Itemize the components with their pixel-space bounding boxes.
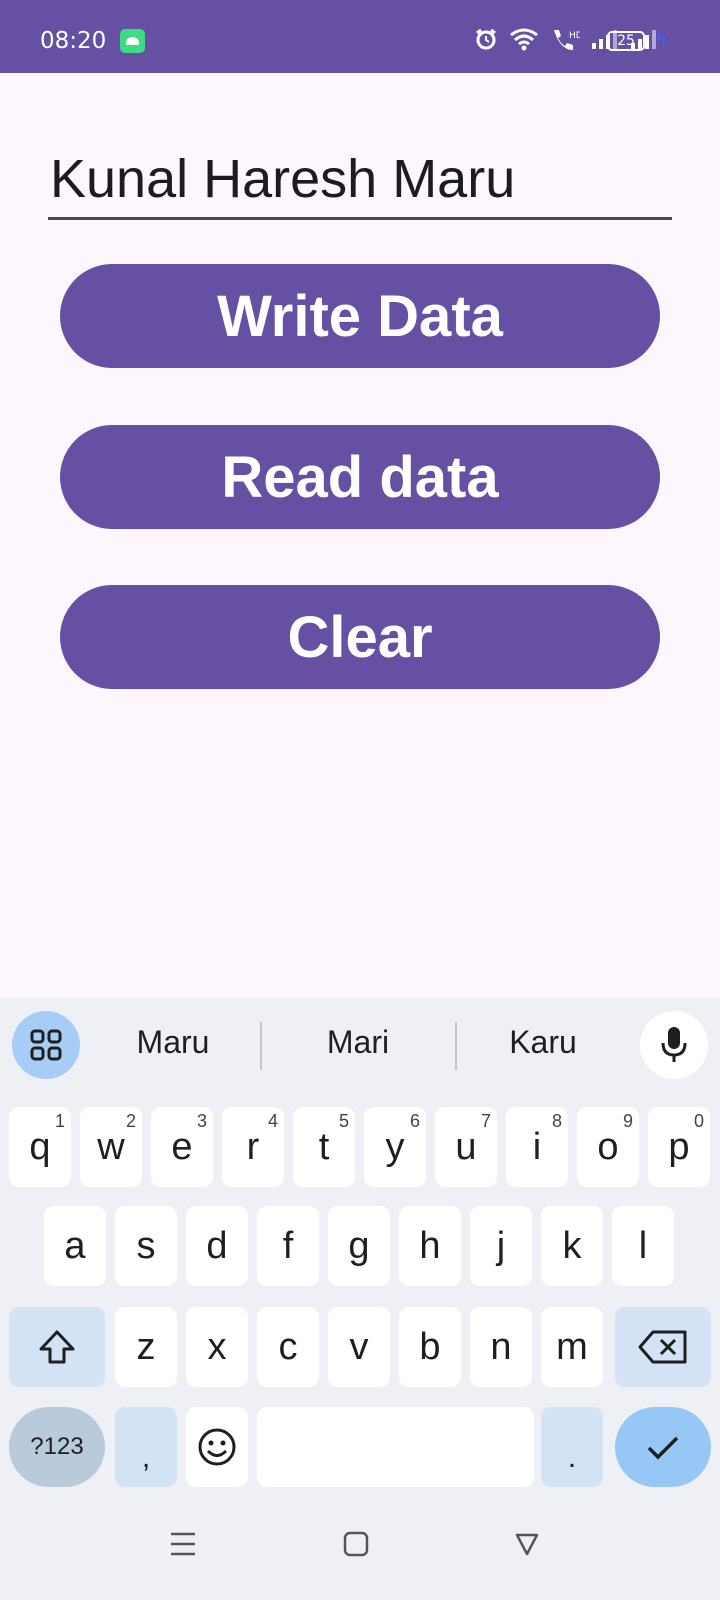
- key-hint: 6: [409, 1111, 420, 1131]
- key-i[interactable]: i8: [506, 1107, 568, 1187]
- key-hint: 0: [693, 1111, 704, 1131]
- key-d[interactable]: d: [186, 1206, 248, 1286]
- suggestion-3[interactable]: Karu: [463, 1024, 623, 1061]
- key-m[interactable]: m: [541, 1307, 603, 1387]
- key-z[interactable]: z: [115, 1307, 177, 1387]
- key-e[interactable]: e3: [151, 1107, 213, 1187]
- key-a[interactable]: a: [44, 1206, 106, 1286]
- shift-key[interactable]: [9, 1307, 105, 1387]
- triangle-back-icon: [515, 1533, 539, 1556]
- symbols-key[interactable]: ?123: [9, 1407, 105, 1487]
- charging-icon: ϟ: [656, 30, 667, 51]
- divider: [260, 1022, 262, 1070]
- suggestion-1[interactable]: Maru: [93, 1024, 253, 1061]
- square-icon: [343, 1531, 369, 1557]
- key-hint: 9: [622, 1111, 633, 1131]
- period-key[interactable]: .: [541, 1407, 603, 1487]
- key-p[interactable]: p0: [648, 1107, 710, 1187]
- key-label: q: [29, 1125, 51, 1168]
- battery-icon: 25: [607, 31, 649, 51]
- voice-input-button[interactable]: [640, 1011, 708, 1079]
- key-l[interactable]: l: [612, 1206, 674, 1286]
- emoji-icon: [198, 1428, 236, 1466]
- comma-key[interactable]: ,: [115, 1407, 177, 1487]
- key-label: p: [668, 1125, 690, 1168]
- status-bar: 08:20 HD 25 ϟ: [0, 0, 720, 73]
- android-icon: [120, 29, 145, 53]
- backspace-icon: [638, 1330, 687, 1364]
- key-label: e: [171, 1125, 193, 1168]
- status-time: 08:20: [40, 28, 107, 54]
- key-v[interactable]: v: [328, 1307, 390, 1387]
- key-j[interactable]: j: [470, 1206, 532, 1286]
- wifi-icon: [510, 28, 538, 51]
- key-t[interactable]: t5: [293, 1107, 355, 1187]
- key-label: i: [532, 1125, 542, 1168]
- name-input[interactable]: [48, 140, 672, 220]
- shift-icon: [39, 1330, 75, 1364]
- key-hint: 5: [338, 1111, 349, 1131]
- key-hint: 2: [125, 1111, 136, 1131]
- recents-button[interactable]: [163, 1524, 203, 1564]
- navigation-bar: [0, 1492, 720, 1600]
- key-hint: 1: [54, 1111, 65, 1131]
- space-bar[interactable]: [257, 1407, 534, 1487]
- key-label: y: [385, 1125, 405, 1168]
- read-data-button[interactable]: Read data: [60, 425, 660, 529]
- key-f[interactable]: f: [257, 1206, 319, 1286]
- volte-call-icon: HD: [554, 30, 580, 50]
- key-h[interactable]: h: [399, 1206, 461, 1286]
- divider: [455, 1022, 457, 1070]
- key-label: o: [597, 1125, 619, 1168]
- key-label: r: [246, 1125, 260, 1168]
- grid-icon: [30, 1029, 62, 1061]
- key-hint: 3: [196, 1111, 207, 1131]
- clear-button[interactable]: Clear: [60, 585, 660, 689]
- keyboard-menu-button[interactable]: [12, 1011, 80, 1079]
- check-icon: [647, 1436, 679, 1460]
- key-hint: 7: [480, 1111, 491, 1131]
- svg-text:HD: HD: [569, 31, 580, 41]
- key-s[interactable]: s: [115, 1206, 177, 1286]
- suggestion-2[interactable]: Mari: [278, 1024, 438, 1061]
- key-g[interactable]: g: [328, 1206, 390, 1286]
- emoji-key[interactable]: [186, 1407, 248, 1487]
- key-u[interactable]: u7: [435, 1107, 497, 1187]
- done-key[interactable]: [615, 1407, 711, 1487]
- menu-icon: [171, 1532, 195, 1556]
- key-k[interactable]: k: [541, 1206, 603, 1286]
- key-hint: 8: [551, 1111, 562, 1131]
- back-button[interactable]: [507, 1524, 547, 1564]
- microphone-icon: [661, 1027, 687, 1062]
- key-y[interactable]: y6: [364, 1107, 426, 1187]
- key-w[interactable]: w2: [80, 1107, 142, 1187]
- write-data-button[interactable]: Write Data: [60, 264, 660, 368]
- key-c[interactable]: c: [257, 1307, 319, 1387]
- key-n[interactable]: n: [470, 1307, 532, 1387]
- home-button[interactable]: [336, 1524, 376, 1564]
- alarm-icon: [476, 28, 496, 50]
- key-label: w: [97, 1125, 125, 1168]
- key-hint: 4: [267, 1111, 278, 1131]
- key-r[interactable]: r4: [222, 1107, 284, 1187]
- suggestion-strip: Maru Mari Karu: [0, 998, 720, 1096]
- backspace-key[interactable]: [615, 1307, 711, 1387]
- key-label: t: [318, 1125, 330, 1168]
- key-q[interactable]: q1: [9, 1107, 71, 1187]
- key-b[interactable]: b: [399, 1307, 461, 1387]
- key-label: u: [455, 1125, 477, 1168]
- key-x[interactable]: x: [186, 1307, 248, 1387]
- key-o[interactable]: o9: [577, 1107, 639, 1187]
